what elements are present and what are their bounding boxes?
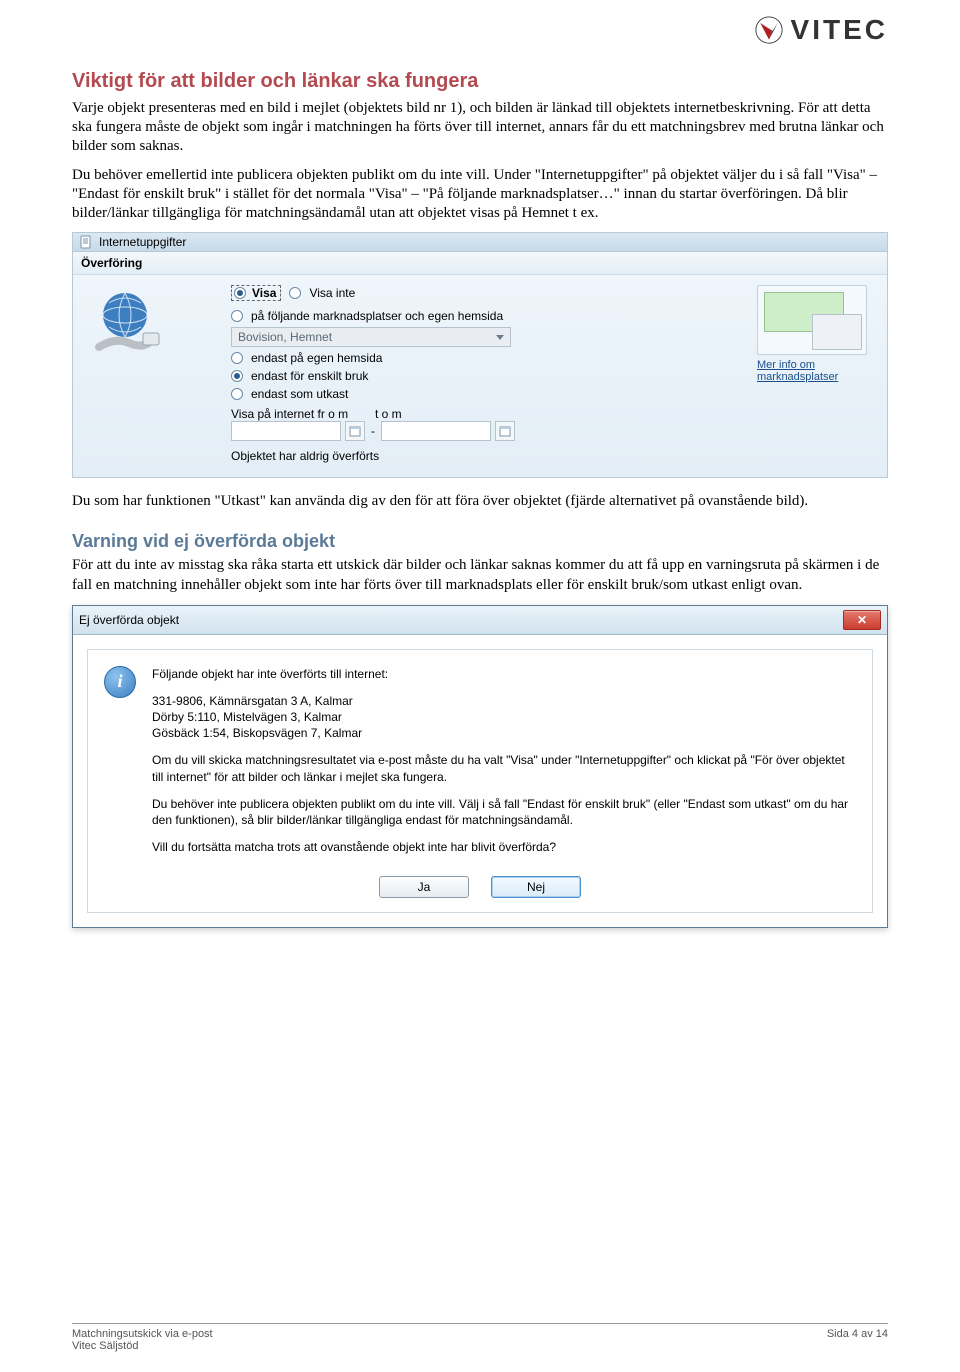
panel-tab-header: Internetuppgifter [73, 233, 887, 252]
more-info-link-line1: Mer info om [757, 359, 815, 371]
no-button[interactable]: Nej [491, 876, 581, 898]
globe-cable-icon [85, 285, 165, 365]
yes-button[interactable]: Ja [379, 876, 469, 898]
label-date-from: Visa på internet fr o m [231, 407, 361, 421]
vitec-glyph-icon [755, 16, 783, 44]
radio-visa-inte-label: Visa inte [309, 286, 355, 300]
dialog-object-1: 331-9806, Kämnärsgatan 3 A, Kalmar [152, 693, 856, 709]
tab-internetuppgifter[interactable]: Internetuppgifter [99, 235, 186, 249]
footer-company: Vitec Säljstöd [72, 1340, 213, 1352]
paragraph-2: Du behöver emellertid inte publicera obj… [72, 166, 888, 224]
info-icon: i [104, 666, 136, 698]
screenshot-warning-dialog: Ej överförda objekt ✕ i Följande objekt … [72, 605, 888, 929]
paragraph-1: Varje objekt presenteras med en bild i m… [72, 99, 888, 157]
screenshot-overforing-panel: Internetuppgifter Överföring [72, 232, 888, 478]
radio-own-site[interactable] [231, 352, 243, 364]
more-info-link[interactable]: Mer info om marknadsplatser [757, 359, 875, 383]
radio-following[interactable] [231, 310, 243, 322]
radio-enskilt[interactable] [231, 370, 243, 382]
radio-utkast-label: endast som utkast [251, 387, 348, 401]
radio-dot-icon [234, 287, 246, 299]
radio-visa-inte[interactable] [289, 287, 301, 299]
radio-utkast[interactable] [231, 388, 243, 400]
transfer-status: Objektet har aldrig överförts [231, 449, 741, 463]
calendar-icon [499, 425, 511, 437]
radio-own-site-label: endast på egen hemsida [251, 351, 382, 365]
dialog-line-6: Du behöver inte publicera objekten publi… [152, 796, 856, 828]
brand-logo: VITEC [755, 14, 888, 46]
panel-illustration [85, 285, 215, 463]
date-from-input[interactable] [231, 421, 341, 441]
radio-following-label: på följande marknadsplatser och egen hem… [251, 309, 503, 323]
close-icon: ✕ [857, 613, 867, 627]
document-icon [79, 235, 93, 249]
radio-visa-label: Visa [252, 286, 276, 300]
dropdown-value: Bovision, Hemnet [238, 330, 332, 344]
date-to-input[interactable] [381, 421, 491, 441]
page-footer: Matchningsutskick via e-post Vitec Säljs… [72, 1323, 888, 1352]
label-date-to: t o m [375, 407, 505, 421]
calendar-to-button[interactable] [495, 421, 515, 441]
brand-name: VITEC [791, 14, 888, 46]
footer-page-number: Sida 4 av 14 [827, 1328, 888, 1352]
heading-1: Viktigt för att bilder och länkar ska fu… [72, 70, 888, 93]
section-title-overforing: Överföring [73, 252, 887, 275]
heading-2: Varning vid ej överförda objekt [72, 531, 888, 552]
dialog-object-2: Dörby 5:110, Mistelvägen 3, Kalmar [152, 709, 856, 725]
calendar-icon [349, 425, 361, 437]
close-button[interactable]: ✕ [843, 610, 881, 630]
marketplaces-dropdown[interactable]: Bovision, Hemnet [231, 327, 511, 347]
marketplaces-thumbnail[interactable] [757, 285, 867, 355]
dialog-line-5: Om du vill skicka matchningsresultatet v… [152, 752, 856, 784]
chevron-down-icon [496, 335, 504, 340]
footer-doc-title: Matchningsutskick via e-post [72, 1328, 213, 1340]
dialog-title: Ej överförda objekt [79, 613, 179, 627]
paragraph-4: För att du inte av misstag ska råka star… [72, 556, 888, 594]
dialog-object-3: Gösbäck 1:54, Biskopsvägen 7, Kalmar [152, 725, 856, 741]
radio-enskilt-label: endast för enskilt bruk [251, 369, 368, 383]
radio-visa[interactable]: Visa [231, 285, 281, 301]
date-separator: - [371, 424, 375, 438]
calendar-from-button[interactable] [345, 421, 365, 441]
paragraph-3: Du som har funktionen "Utkast" kan använ… [72, 492, 888, 511]
more-info-link-line2: marknadsplatser [757, 371, 838, 383]
dialog-line-1: Följande objekt har inte överförts till … [152, 666, 856, 682]
dialog-line-7: Vill du fortsätta matcha trots att ovans… [152, 839, 856, 855]
